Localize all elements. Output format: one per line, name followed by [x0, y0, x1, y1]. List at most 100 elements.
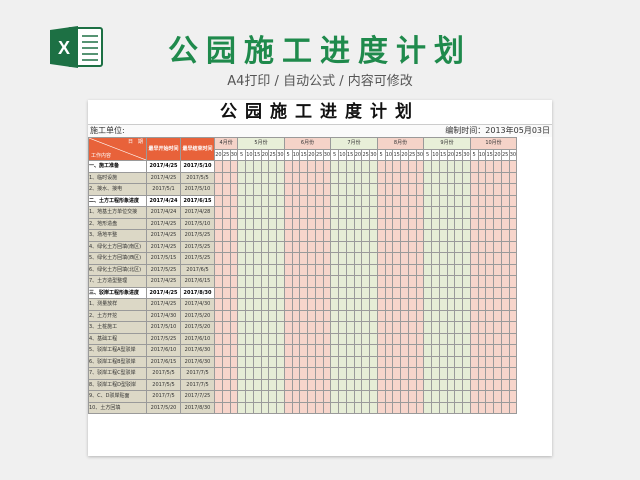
schedule-cell — [384, 332, 394, 345]
schedule-cell — [508, 321, 518, 334]
schedule-cell — [384, 309, 394, 322]
schedule-cell — [338, 298, 347, 311]
schedule-cell — [345, 355, 355, 368]
schedule-cell — [369, 390, 378, 403]
schedule-cell — [307, 206, 316, 219]
schedule-cell — [229, 229, 239, 242]
work-item-name: 三、驳岸工程形象进度 — [88, 286, 147, 299]
schedule-cell — [283, 263, 293, 276]
schedule-cell — [508, 194, 518, 207]
schedule-cell — [245, 332, 254, 345]
schedule-cell — [384, 160, 394, 173]
schedule-cell — [268, 275, 277, 288]
start-date-cell: 2017/5/20 — [146, 401, 181, 414]
schedule-cell — [392, 321, 401, 334]
schedule-cell — [252, 298, 262, 311]
schedule-cell — [485, 240, 494, 253]
schedule-cell — [438, 367, 448, 380]
schedule-cell — [291, 206, 301, 219]
start-date-cell: 2017/4/25 — [146, 217, 181, 230]
task-row: 2、接水、接电 2017/5/1 2017/5/10 — [88, 183, 518, 196]
schedule-cell — [454, 401, 463, 414]
schedule-cell — [415, 229, 425, 242]
schedule-cell — [400, 298, 409, 311]
schedule-cell — [221, 252, 231, 265]
schedule-cell — [268, 309, 277, 322]
schedule-cell — [307, 390, 316, 403]
schedule-cell — [438, 332, 448, 345]
schedule-cell — [252, 206, 262, 219]
schedule-cell — [229, 206, 239, 219]
schedule-cell — [276, 194, 285, 207]
schedule-cell — [493, 378, 502, 391]
schedule-cell — [500, 332, 510, 345]
schedule-cell — [338, 217, 347, 230]
schedule-cell — [252, 240, 262, 253]
schedule-cell — [376, 252, 386, 265]
schedule-cell — [438, 252, 448, 265]
schedule-cell — [276, 344, 285, 357]
schedule-cell — [260, 160, 270, 173]
schedule-cell — [438, 401, 448, 414]
start-date-cell: 2017/4/25 — [146, 240, 181, 253]
schedule-cell — [353, 263, 363, 276]
schedule-cell — [252, 332, 262, 345]
schedule-cell — [508, 263, 518, 276]
end-date-cell: 2017/5/20 — [180, 321, 215, 334]
schedule-cell — [407, 217, 417, 230]
schedule-cell — [353, 390, 363, 403]
schedule-cell — [260, 401, 270, 414]
schedule-cell — [477, 321, 487, 334]
schedule-cell — [307, 401, 316, 414]
schedule-cell — [291, 401, 301, 414]
schedule-cell — [307, 194, 316, 207]
schedule-cell — [307, 321, 316, 334]
schedule-cell — [454, 390, 463, 403]
schedule-cell — [260, 275, 270, 288]
schedule-cell — [276, 217, 285, 230]
schedule-cell — [299, 206, 308, 219]
schedule-cell — [392, 332, 401, 345]
schedule-cell — [283, 321, 293, 334]
schedule-cell — [477, 252, 487, 265]
schedule-cell — [345, 298, 355, 311]
schedule-cell — [400, 344, 409, 357]
schedule-cell — [376, 194, 386, 207]
schedule-cell — [314, 355, 324, 368]
schedule-cell — [221, 344, 231, 357]
month-header: 4月份 — [213, 137, 239, 150]
schedule-cell — [423, 344, 432, 357]
schedule-cell — [431, 183, 440, 196]
schedule-cell — [500, 355, 510, 368]
schedule-cell — [307, 229, 316, 242]
schedule-cell — [431, 390, 440, 403]
schedule-cell — [353, 275, 363, 288]
schedule-cell — [485, 183, 494, 196]
schedule-cell — [477, 355, 487, 368]
end-date-cell: 2017/8/30 — [180, 401, 215, 414]
schedule-cell — [454, 171, 463, 184]
schedule-cell — [407, 286, 417, 299]
start-date-cell: 2017/5/5 — [146, 367, 181, 380]
schedule-cell — [438, 355, 448, 368]
schedule-cell — [283, 275, 293, 288]
schedule-cell — [500, 160, 510, 173]
schedule-cell — [252, 309, 262, 322]
schedule-cell — [221, 298, 231, 311]
day-header: 25 — [221, 148, 231, 161]
schedule-cell — [353, 355, 363, 368]
schedule-cell — [415, 321, 425, 334]
schedule-cell — [485, 344, 494, 357]
schedule-cell — [423, 321, 432, 334]
schedule-cell — [423, 286, 432, 299]
schedule-cell — [500, 252, 510, 265]
schedule-cell — [221, 240, 231, 253]
schedule-cell — [237, 355, 246, 368]
schedule-cell — [260, 229, 270, 242]
schedule-cell — [384, 183, 394, 196]
schedule-cell — [469, 217, 479, 230]
schedule-cell — [493, 390, 502, 403]
schedule-cell — [493, 252, 502, 265]
schedule-cell — [353, 344, 363, 357]
schedule-cell — [260, 309, 270, 322]
